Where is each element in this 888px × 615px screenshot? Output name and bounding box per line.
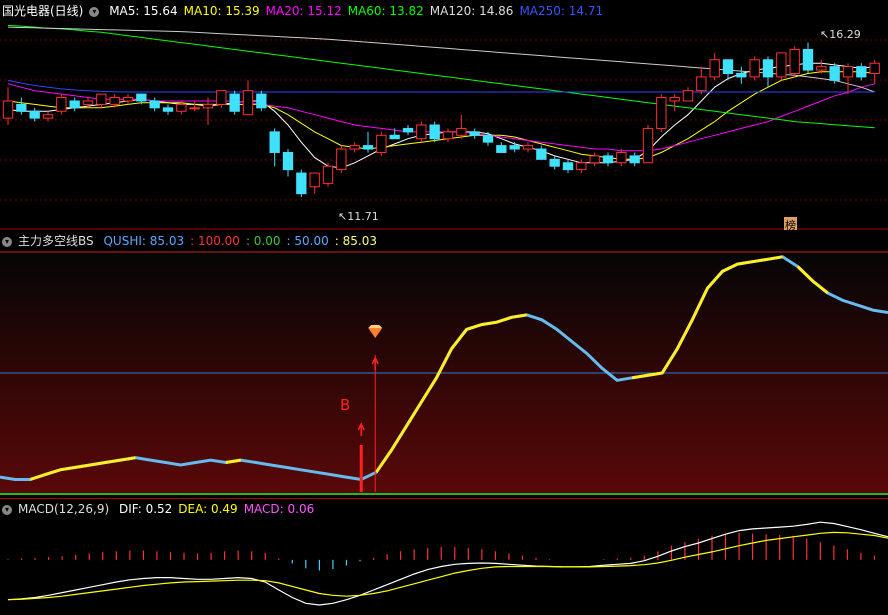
macd-value-1: DEA: 0.49 [178,502,238,516]
candle[interactable] [56,94,67,115]
high-price-value: 16.29 [829,28,861,41]
indicator-value-3: : 50.00 [286,234,329,248]
candle[interactable] [122,94,134,105]
candle[interactable] [322,162,334,187]
low-price-label: ↖11.71 [338,210,379,223]
candle[interactable] [456,114,467,139]
candle[interactable] [616,149,627,167]
candle[interactable] [469,128,480,139]
dif-line [7,521,888,606]
ma-line-5 [7,79,875,93]
indicator-panel[interactable]: ▾ 主力多空线BS QUSHI: 85.03 : 100.00 : 0.00 : 50.… [0,230,888,498]
candle[interactable] [402,125,414,136]
candle[interactable] [202,97,214,125]
candle[interactable] [376,131,387,156]
ma-legend-item-1: MA10: 15.39 [183,4,260,18]
candle[interactable] [562,159,574,174]
candle[interactable] [429,121,440,143]
indicator-header: ▾ 主力多空线BS QUSHI: 85.03 : 100.00 : 0.00 : 50.… [0,230,389,252]
low-price-value: 11.71 [347,210,379,223]
candle[interactable] [696,66,707,95]
candle[interactable] [416,121,427,143]
high-price-label: ↖16.29 [820,28,861,41]
candle[interactable] [296,169,307,198]
candle[interactable] [682,87,694,102]
candle[interactable] [829,63,840,84]
candle[interactable] [669,94,680,112]
candle[interactable] [16,97,27,115]
candle[interactable] [442,128,454,143]
macd-header: ▾ MACD(12,26,9) DIF: 0.52 DEA: 0.49 MACD: 0… [0,498,326,520]
ma-legend: MA5: 15.64 MA10: 15.39 MA20: 15.12 MA60: 13… [109,4,609,18]
candle[interactable] [642,125,654,164]
indicator-title: 主力多空线BS [18,234,94,248]
indicator-chart[interactable] [0,230,888,498]
macd-value-2: MACD: 0.06 [243,502,315,516]
candle[interactable] [856,63,867,81]
candle[interactable] [336,145,347,174]
candle[interactable] [282,149,294,177]
ma-legend-item-2: MA20: 15.12 [265,4,342,18]
candle[interactable] [309,172,320,194]
candle[interactable] [709,52,720,81]
candle[interactable] [96,93,107,108]
candle[interactable] [736,66,747,84]
candle[interactable] [762,56,774,88]
rank-badge[interactable]: 榜 [784,217,797,230]
candle[interactable] [482,131,494,146]
candle[interactable] [576,159,587,174]
candlestick-panel[interactable]: 国光电器(日线) ▾ MA5: 15.64 MA10: 15.39 MA20: 15.… [0,0,888,230]
candle[interactable] [802,42,814,74]
candle[interactable] [69,97,80,112]
candle[interactable] [776,52,787,81]
buy-signal-label: B [340,396,351,414]
candle[interactable] [349,142,360,153]
dea-line [7,531,888,601]
candle[interactable] [629,152,640,167]
collapse-icon[interactable]: ▾ [89,6,100,17]
ma-legend-item-3: MA60: 13.82 [347,4,424,18]
candle[interactable] [229,90,240,115]
indicator-legend: QUSHI: 85.03 : 100.00 : 0.00 : 50.00 : 85.03 [103,234,383,248]
candle[interactable] [589,152,600,167]
candle[interactable] [256,90,267,112]
candle[interactable] [496,142,507,153]
macd-title: MACD(12,26,9) [18,502,110,516]
indicator-value-0: QUSHI: 85.03 [103,234,185,248]
candle[interactable] [789,46,800,77]
candle[interactable] [749,56,760,81]
indicator-value-2: : 0.00 [245,234,281,248]
indicator-collapse-icon[interactable]: ▾ [2,236,12,247]
candle[interactable] [2,87,14,125]
stock-title: 国光电器(日线) [2,4,84,18]
candle[interactable] [536,145,547,160]
macd-legend: DIF: 0.52 DEA: 0.49 MACD: 0.06 [119,502,320,516]
candlestick-chart[interactable] [0,0,888,230]
indicator-value-4: : 85.03 [334,234,377,248]
candle[interactable] [602,152,614,167]
candle[interactable] [549,155,560,170]
candle[interactable] [149,97,160,112]
macd-panel[interactable]: ▾ MACD(12,26,9) DIF: 0.52 DEA: 0.49 MACD: 0… [0,498,888,615]
candle[interactable] [242,80,254,116]
ma-legend-item-5: MA250: 14.71 [519,4,604,18]
candle[interactable] [509,142,520,153]
ma-legend-item-0: MA5: 15.64 [109,4,178,18]
candle[interactable] [362,131,374,153]
macd-collapse-icon[interactable]: ▾ [2,504,12,515]
candle[interactable] [842,63,854,95]
candle[interactable] [162,104,174,115]
candle[interactable] [656,94,667,132]
indicator-value-1: : 100.00 [190,234,240,248]
main-header: 国光电器(日线) ▾ MA5: 15.64 MA10: 15.39 MA20: 15.… [0,0,615,22]
macd-value-0: DIF: 0.52 [118,502,173,516]
candle[interactable] [522,142,534,153]
ma-legend-item-4: MA120: 14.86 [429,4,514,18]
candle[interactable] [269,128,280,167]
candle[interactable] [189,100,200,112]
